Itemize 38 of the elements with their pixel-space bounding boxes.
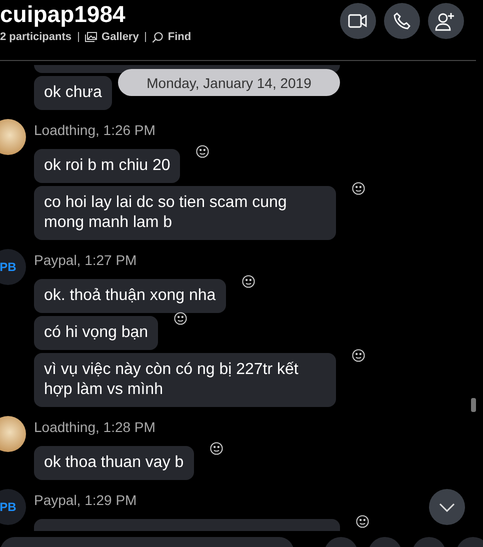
emoji-icon[interactable] — [196, 145, 210, 158]
gallery-icon — [84, 32, 97, 42]
add-person-icon — [435, 11, 457, 31]
emoji-icon[interactable] — [356, 515, 369, 528]
message-bubble: ok thoa thuan vay b — [34, 446, 194, 480]
sender-name: Paypal, 1:27 PM — [34, 252, 138, 270]
message-bubble: vì vụ việc này còn có ng bị 227tr kết hợp làm vs mình — [34, 353, 336, 407]
gallery-link[interactable]: Gallery — [84, 31, 139, 43]
sender-name: Loadthing, 1:28 PM — [34, 419, 156, 437]
participants-count[interactable]: 2 participants — [0, 31, 72, 43]
chevron-down-icon — [439, 502, 455, 512]
emoji-icon[interactable] — [352, 182, 365, 195]
search-icon — [152, 32, 163, 42]
emoji-icon[interactable] — [242, 275, 255, 288]
sender-name: Loadthing, 1:26 PM — [34, 122, 156, 140]
avatar[interactable]: PB — [0, 489, 26, 525]
sender-name: Paypal, 1:29 PM — [34, 492, 138, 510]
chat-title: cuipap1984 — [0, 1, 126, 27]
call-button[interactable] — [384, 3, 420, 39]
emoji-icon[interactable] — [352, 349, 365, 362]
message-bubble: co hoi lay lai dc so tien scam cung mong manh lam b — [34, 186, 336, 240]
message-bubble: có hi vọng bạn — [34, 316, 158, 350]
avatar[interactable]: PB — [0, 249, 26, 285]
find-link[interactable]: Find — [152, 31, 192, 43]
avatar[interactable] — [0, 119, 26, 155]
video-button[interactable] — [340, 3, 376, 39]
message-bubble: ok roi b m chiu 20 — [34, 149, 180, 183]
scrollbar-thumb[interactable] — [471, 398, 476, 412]
scroll-down-button[interactable] — [429, 489, 465, 525]
emoji-icon[interactable] — [174, 312, 188, 325]
message-bubble: ok chưa — [34, 76, 112, 110]
add-person-button[interactable] — [428, 3, 464, 39]
phone-icon — [393, 12, 411, 30]
emoji-icon[interactable] — [210, 442, 223, 455]
date-divider: Monday, January 14, 2019 — [118, 69, 340, 96]
video-camera-icon — [348, 14, 368, 28]
avatar[interactable] — [0, 416, 26, 452]
message-bubble: ok. thoả thuận xong nha — [34, 279, 226, 313]
